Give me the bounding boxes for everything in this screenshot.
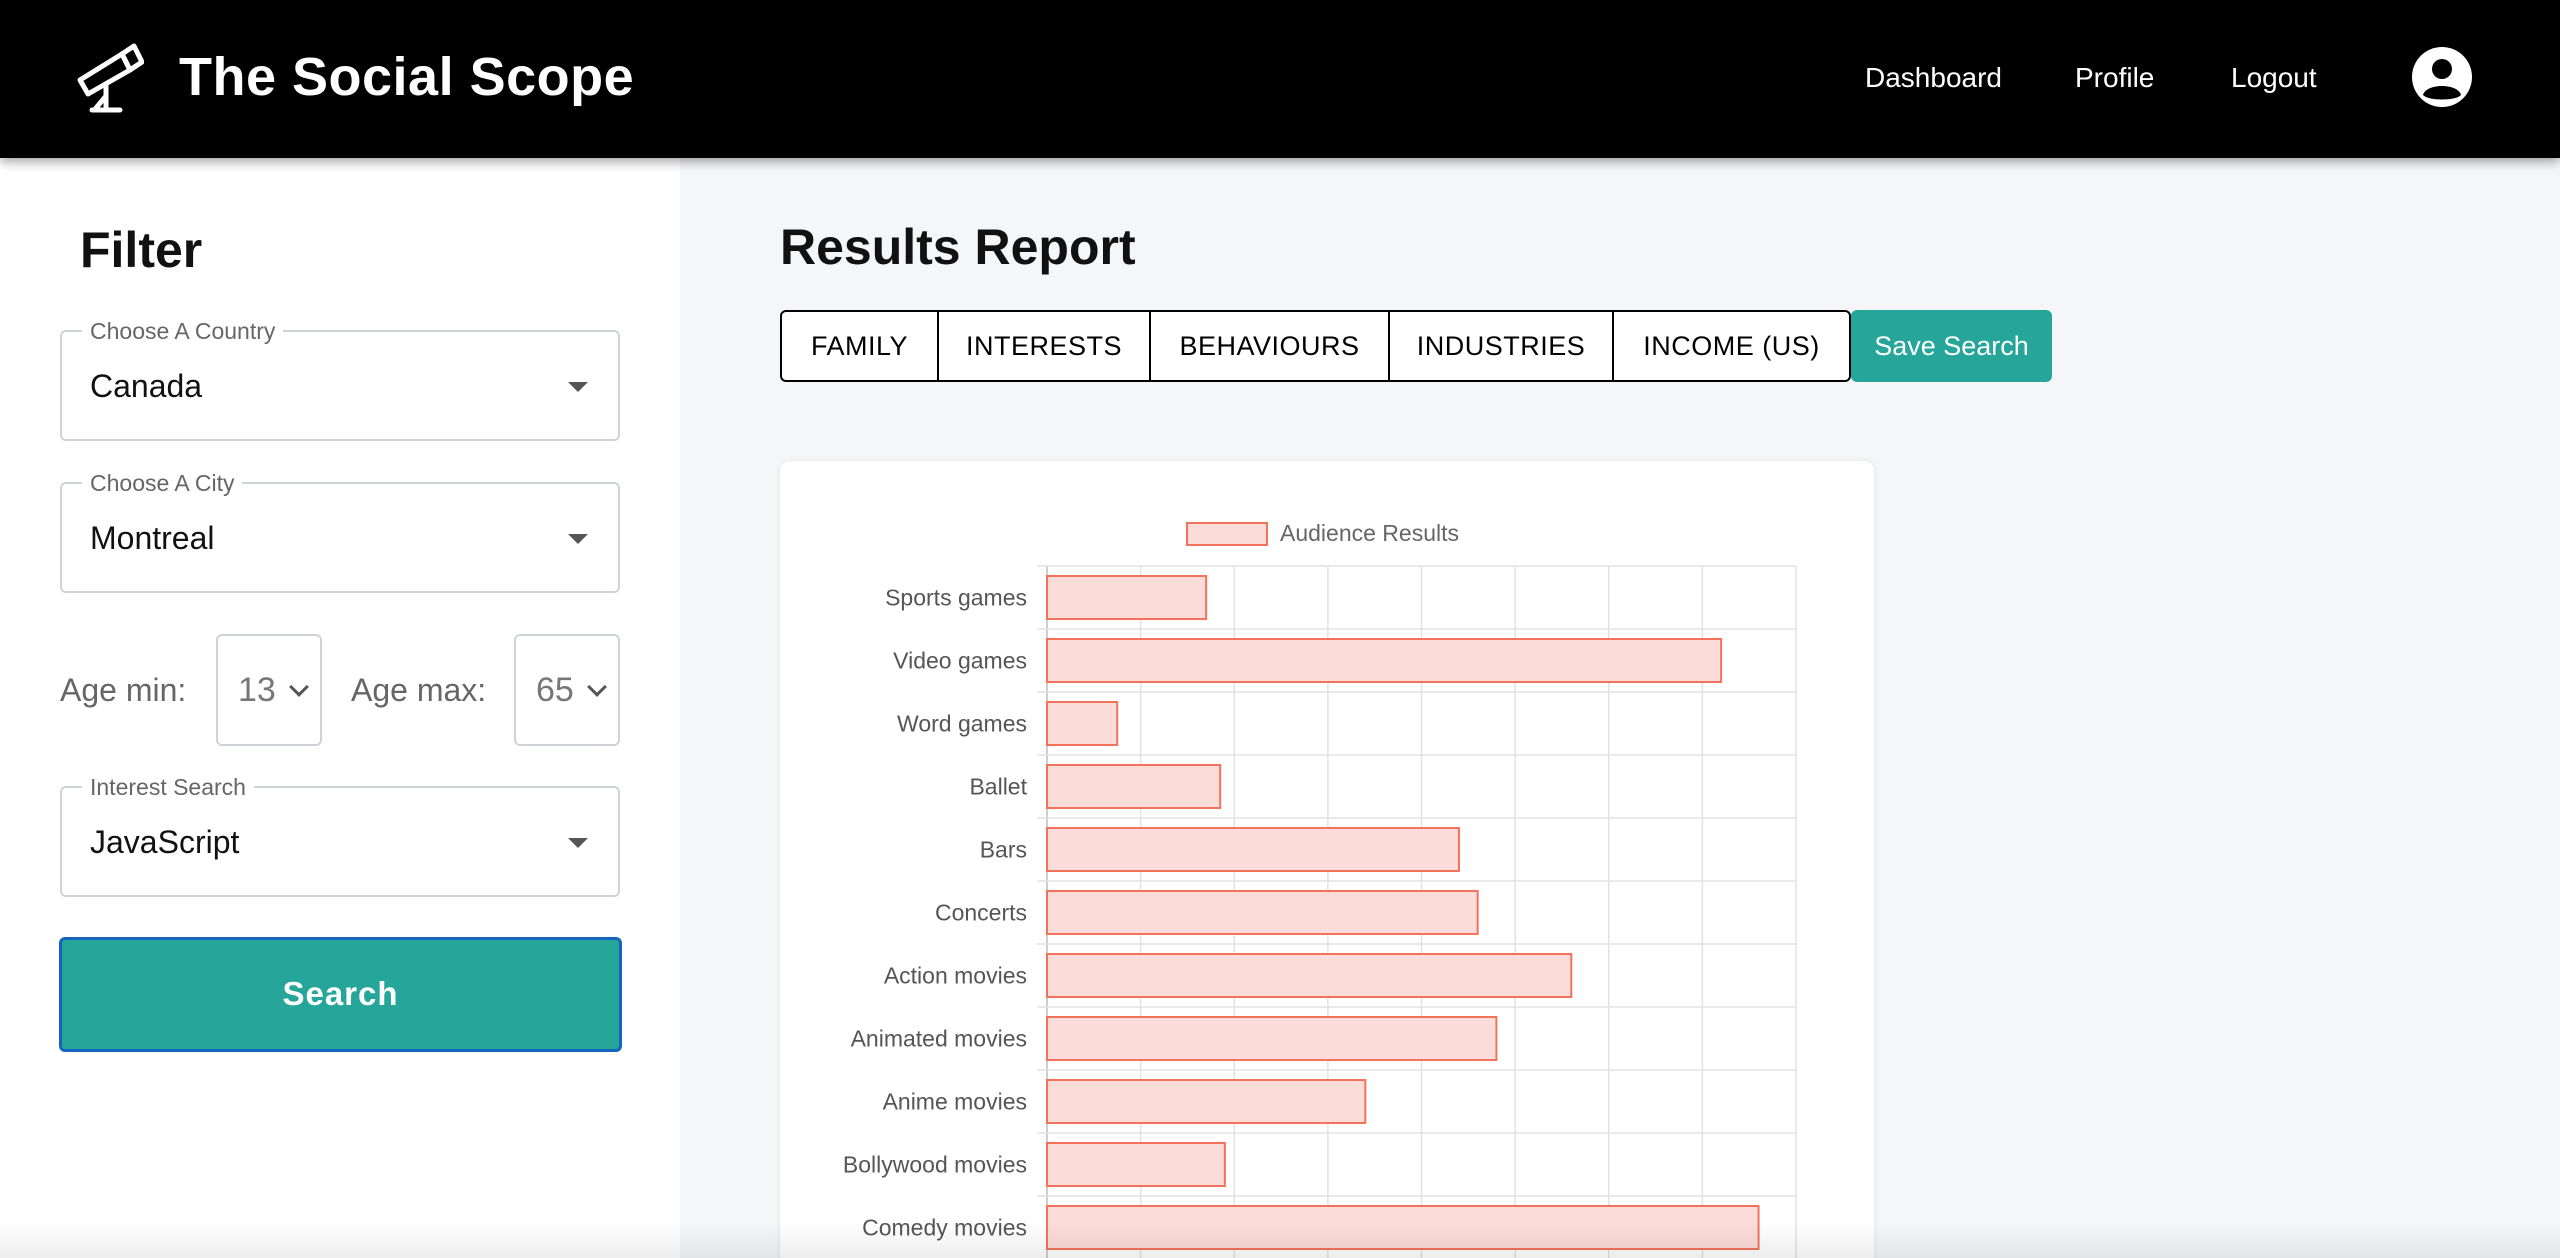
chart-category-label: Video games [893, 648, 1027, 674]
country-select-value: Canada [90, 368, 203, 404]
chart-bar [1046, 575, 1208, 620]
chevron-down-icon [587, 677, 607, 697]
tab-interests[interactable]: INTERESTS [939, 312, 1151, 380]
age-max-select[interactable]: 65 [514, 634, 620, 746]
interest-search-label: Interest Search [82, 774, 254, 800]
nav-profile-link[interactable]: Profile [2075, 60, 2154, 96]
search-button[interactable]: Search [59, 937, 622, 1052]
chart-bar [1046, 701, 1119, 746]
legend-swatch [1186, 522, 1268, 546]
chart-category-label: Animated movies [851, 1026, 1027, 1052]
top-navbar: The Social Scope Dashboard Profile Logou… [0, 0, 2560, 158]
city-select-label: Choose A City [82, 470, 243, 496]
interest-search-select[interactable]: Interest Search JavaScript [60, 774, 620, 897]
tab-family[interactable]: FAMILY [782, 312, 939, 380]
save-search-button[interactable]: Save Search [1851, 310, 2052, 382]
age-min-value: 13 [238, 671, 276, 709]
tab-industries[interactable]: INDUSTRIES [1390, 312, 1614, 380]
age-min-select[interactable]: 13 [216, 634, 322, 746]
chart-bar [1046, 827, 1460, 872]
tab-behaviours[interactable]: BEHAVIOURS [1151, 312, 1390, 380]
chart-bar [1046, 1079, 1367, 1124]
chart-category-label: Bars [980, 837, 1027, 863]
chart-category-label: Word games [897, 711, 1027, 737]
chart-bar [1046, 1142, 1226, 1187]
age-max-value: 65 [536, 671, 574, 709]
caret-down-icon [568, 534, 588, 544]
app-title[interactable]: The Social Scope [179, 44, 634, 110]
age-max-label: Age max: [351, 672, 487, 708]
chart-category-label: Concerts [935, 900, 1027, 926]
page-title: Results Report [780, 219, 1136, 275]
tab-income-us[interactable]: INCOME (US) [1614, 312, 1849, 380]
interest-search-value: JavaScript [90, 824, 240, 860]
city-select-value: Montreal [90, 520, 215, 556]
chart-category-label: Anime movies [883, 1089, 1027, 1115]
chart-category-label: Action movies [884, 963, 1027, 989]
chart-category-label: Ballet [969, 774, 1027, 800]
chart-category-label: Sports games [885, 585, 1027, 611]
chart-bar [1046, 638, 1723, 683]
city-select[interactable]: Choose A City Montreal [60, 470, 620, 593]
caret-down-icon [568, 382, 588, 392]
chart-bar [1046, 953, 1573, 998]
caret-down-icon [568, 838, 588, 848]
filter-sidebar: Filter Choose A Country Canada Choose A … [0, 158, 680, 1258]
report-tabs: FAMILY INTERESTS BEHAVIOURS INDUSTRIES I… [780, 310, 1851, 382]
chart-bar [1046, 890, 1479, 935]
chart-bar [1046, 764, 1222, 809]
chart-bar [1046, 1016, 1498, 1061]
audience-results-chart: Audience Results Sports games Video games W… [843, 520, 1797, 1258]
nav-dashboard-link[interactable]: Dashboard [1865, 60, 2002, 96]
chart-bar [1046, 1205, 1760, 1250]
chart-category-label: Comedy movies [862, 1215, 1027, 1241]
filter-title: Filter [80, 222, 203, 278]
chart-card: Audience Results Sports games Video games W… [780, 461, 1874, 1258]
country-select[interactable]: Choose A Country Canada [60, 318, 620, 441]
user-avatar-icon[interactable] [2410, 45, 2474, 109]
legend-label: Audience Results [1280, 520, 1459, 546]
age-min-label: Age min: [60, 672, 187, 708]
telescope-icon[interactable] [72, 40, 144, 116]
chevron-down-icon [289, 677, 309, 697]
country-select-label: Choose A Country [82, 318, 284, 344]
chart-category-label: Bollywood movies [843, 1152, 1027, 1178]
nav-logout-link[interactable]: Logout [2231, 60, 2317, 96]
